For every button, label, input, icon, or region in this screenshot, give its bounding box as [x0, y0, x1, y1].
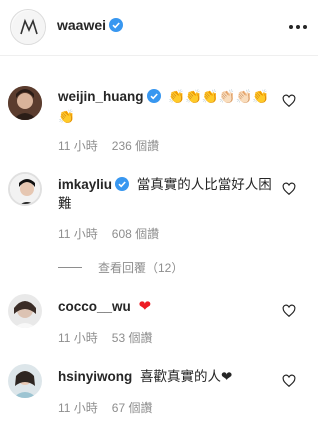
author-username-text[interactable]: waawei: [57, 17, 106, 33]
comment-likes[interactable]: 53 個讚: [112, 331, 153, 345]
comment-meta: 11 小時 608 個讚: [58, 225, 173, 242]
view-replies-button[interactable]: 查看回覆（12）: [58, 259, 183, 276]
commenter-avatar[interactable]: [8, 86, 42, 120]
comment-meta: 11 小時 236 個讚: [58, 137, 173, 154]
comment-time[interactable]: 11 小時: [58, 139, 98, 153]
comment-meta: 11 小時 53 個讚: [58, 329, 166, 346]
more-options-icon[interactable]: [286, 15, 310, 39]
like-heart-icon[interactable]: [282, 374, 296, 388]
author-username[interactable]: waawei: [57, 17, 124, 33]
comment-likes[interactable]: 608 個讚: [112, 227, 159, 241]
like-heart-icon[interactable]: [282, 304, 296, 318]
commenter-avatar[interactable]: [8, 172, 42, 206]
author-avatar[interactable]: [10, 9, 46, 45]
replies-divider: [58, 267, 82, 268]
like-heart-icon[interactable]: [282, 182, 296, 196]
comment-time[interactable]: 11 小時: [58, 227, 98, 241]
view-replies-label[interactable]: 查看回覆（12）: [98, 259, 183, 276]
commenter-username[interactable]: imkayliu: [58, 177, 112, 192]
comment-meta: 11 小時 67 個讚: [58, 399, 166, 416]
post-header: waawei: [0, 0, 318, 56]
commenter-username[interactable]: hsinyiwong: [58, 369, 132, 384]
commenter-avatar[interactable]: [8, 364, 42, 398]
like-heart-icon[interactable]: [282, 94, 296, 108]
comment-time[interactable]: 11 小時: [58, 331, 98, 345]
commenter-username[interactable]: weijin_huang: [58, 89, 144, 104]
comment-likes[interactable]: 67 個讚: [112, 401, 153, 415]
comment-text: 喜歡真實的人❤: [140, 369, 233, 384]
commenter-avatar[interactable]: [8, 294, 42, 328]
comment-time[interactable]: 11 小時: [58, 401, 98, 415]
author-logo-icon: [12, 11, 45, 44]
verified-badge-icon: [146, 89, 161, 103]
verified-badge-icon: [109, 18, 124, 32]
commenter-username[interactable]: cocco__wu: [58, 299, 131, 314]
comment-text: ❤: [138, 297, 152, 315]
comment-likes[interactable]: 236 個讚: [112, 139, 159, 153]
verified-badge-icon: [115, 177, 130, 191]
